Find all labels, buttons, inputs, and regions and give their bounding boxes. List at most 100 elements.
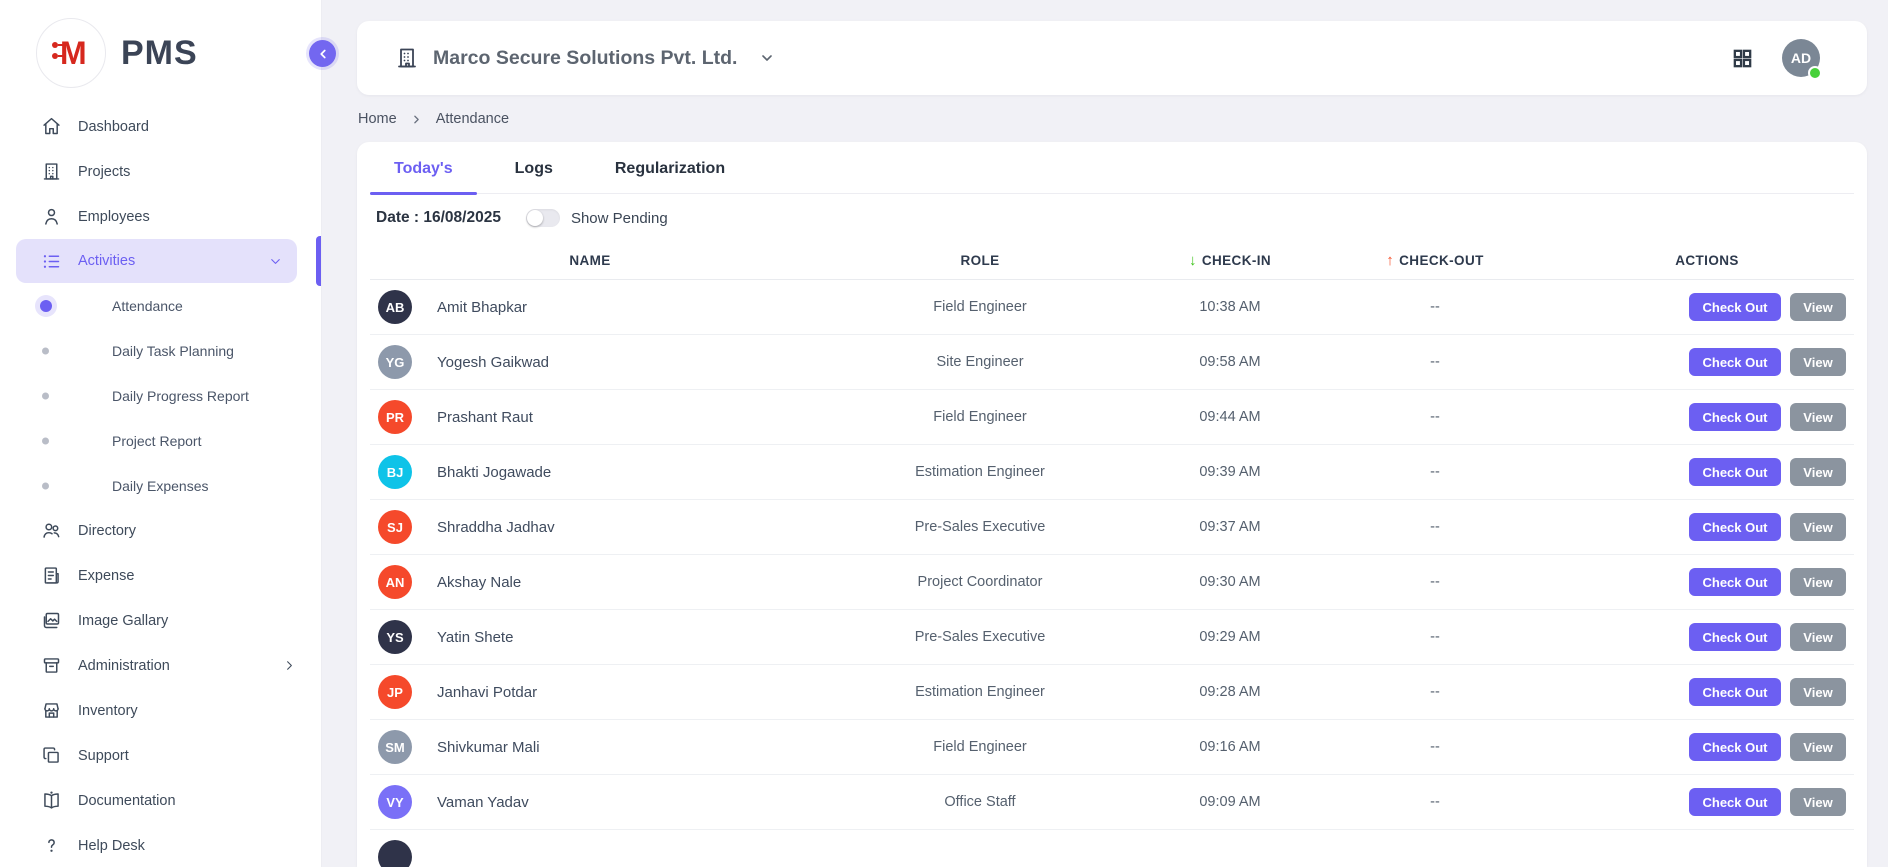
sidebar-item-label: Support xyxy=(78,748,129,764)
sidebar-subitem-label: Daily Expenses xyxy=(112,478,209,494)
logo-row: M PMS xyxy=(0,0,321,98)
view-button[interactable]: View xyxy=(1790,788,1846,816)
bullet-dot-icon xyxy=(40,300,52,312)
check-out-button[interactable]: Check Out xyxy=(1689,403,1781,431)
apps-grid-icon[interactable] xyxy=(1731,47,1754,70)
attendance-row: SJShraddha JadhavPre-Sales Executive09:3… xyxy=(370,500,1854,555)
sidebar-nav: Dashboard Projects Employees Activities Atte… xyxy=(0,104,321,867)
employee-check-in: 09:44 AM xyxy=(1150,409,1310,425)
sidebar-subitem-label: Daily Progress Report xyxy=(112,388,249,404)
sidebar-item-documentation[interactable]: Documentation xyxy=(0,778,321,823)
employee-check-in: 09:28 AM xyxy=(1150,684,1310,700)
sidebar-item-employees[interactable]: Employees xyxy=(0,194,321,239)
breadcrumb-attendance[interactable]: Attendance xyxy=(436,111,509,127)
sidebar-item-inventory[interactable]: Inventory xyxy=(0,688,321,733)
sidebar-item-support[interactable]: Support xyxy=(0,733,321,778)
pms-logo: M xyxy=(36,18,106,88)
employee-role: Project Coordinator xyxy=(810,574,1150,590)
company-selector[interactable]: Marco Secure Solutions Pvt. Ltd. xyxy=(395,46,775,70)
view-button[interactable]: View xyxy=(1790,513,1846,541)
view-button[interactable]: View xyxy=(1790,403,1846,431)
sidebar-collapse-button[interactable] xyxy=(309,40,336,67)
view-button[interactable]: View xyxy=(1790,568,1846,596)
employee-check-out: -- xyxy=(1310,409,1560,425)
attendance-card: Today'sLogsRegularization Date : 16/08/2… xyxy=(357,142,1867,867)
employee-name: Akshay Nale xyxy=(437,574,521,591)
show-pending-toggle[interactable] xyxy=(526,209,560,227)
view-button[interactable]: View xyxy=(1790,348,1846,376)
check-out-button[interactable]: Check Out xyxy=(1689,513,1781,541)
sidebar-item-label: Dashboard xyxy=(78,119,149,135)
check-out-button[interactable]: Check Out xyxy=(1689,458,1781,486)
column-header-role: ROLE xyxy=(810,253,1150,268)
employee-check-out: -- xyxy=(1310,519,1560,535)
tab-logs[interactable]: Logs xyxy=(491,160,577,193)
sidebar-item-expense[interactable]: Expense xyxy=(0,553,321,598)
employee-avatar: BJ xyxy=(378,455,412,489)
check-out-button[interactable]: Check Out xyxy=(1689,678,1781,706)
attendance-row: SMShivkumar MaliField Engineer09:16 AM--… xyxy=(370,720,1854,775)
user-avatar-initials: AD xyxy=(1791,50,1811,66)
table-header: NAMEROLE↓CHECK-IN↑CHECK-OUTACTIONS xyxy=(370,242,1854,280)
attendance-row: YGYogesh GaikwadSite Engineer09:58 AM--C… xyxy=(370,335,1854,390)
view-button[interactable]: View xyxy=(1790,678,1846,706)
employee-name: Prashant Raut xyxy=(437,409,533,426)
sidebar-subitem-daily-expenses[interactable]: Daily Expenses xyxy=(0,463,321,508)
column-header-check-out[interactable]: ↑CHECK-OUT xyxy=(1310,253,1560,268)
bullet-dot-icon xyxy=(42,437,49,444)
sidebar-item-help-desk[interactable]: Help Desk xyxy=(0,823,321,867)
employee-avatar: AB xyxy=(378,290,412,324)
view-button[interactable]: View xyxy=(1790,458,1846,486)
view-button[interactable]: View xyxy=(1790,733,1846,761)
tab-regularization[interactable]: Regularization xyxy=(591,160,749,193)
sidebar-subitem-attendance[interactable]: Attendance xyxy=(0,283,321,328)
check-out-button[interactable]: Check Out xyxy=(1689,788,1781,816)
receipt-icon xyxy=(40,565,62,587)
archive-icon xyxy=(40,655,62,677)
employee-check-out: -- xyxy=(1310,794,1560,810)
check-out-button[interactable]: Check Out xyxy=(1689,733,1781,761)
sidebar-item-directory[interactable]: Directory xyxy=(0,508,321,553)
employee-name: Amit Bhapkar xyxy=(437,299,527,316)
employee-check-in: 09:37 AM xyxy=(1150,519,1310,535)
bullet-dot-icon xyxy=(42,347,49,354)
column-header-check-in[interactable]: ↓CHECK-IN xyxy=(1150,253,1310,268)
check-out-button[interactable]: Check Out xyxy=(1689,348,1781,376)
person-icon xyxy=(40,206,62,228)
store-icon xyxy=(40,700,62,722)
bullet-dot-icon xyxy=(42,392,49,399)
breadcrumb-home[interactable]: Home xyxy=(358,111,397,127)
tab-today-s[interactable]: Today's xyxy=(370,160,477,193)
employee-name: Yogesh Gaikwad xyxy=(437,354,549,371)
bullet-dot-icon xyxy=(42,482,49,489)
sidebar-item-label: Expense xyxy=(78,568,134,584)
sidebar-item-dashboard[interactable]: Dashboard xyxy=(0,104,321,149)
sidebar-item-administration[interactable]: Administration xyxy=(0,643,321,688)
sidebar-item-label: Employees xyxy=(78,209,150,225)
employee-role: Field Engineer xyxy=(810,299,1150,315)
top-header: Marco Secure Solutions Pvt. Ltd. AD xyxy=(357,21,1867,95)
check-out-button[interactable]: Check Out xyxy=(1689,293,1781,321)
user-avatar[interactable]: AD xyxy=(1782,39,1820,77)
employee-name: Janhavi Potdar xyxy=(437,684,537,701)
sidebar-item-projects[interactable]: Projects xyxy=(0,149,321,194)
column-header-label: NAME xyxy=(569,253,610,268)
sidebar-subitem-daily-task-planning[interactable]: Daily Task Planning xyxy=(0,328,321,373)
people-icon xyxy=(40,520,62,542)
sidebar-subitem-daily-progress-report[interactable]: Daily Progress Report xyxy=(0,373,321,418)
check-out-button[interactable]: Check Out xyxy=(1689,623,1781,651)
sort-arrow-down-icon: ↓ xyxy=(1189,253,1197,268)
view-button[interactable]: View xyxy=(1790,293,1846,321)
column-header-name: NAME xyxy=(370,253,810,268)
sidebar-item-label: Directory xyxy=(78,523,136,539)
chevron-down-icon xyxy=(268,254,283,269)
chevron-down-icon xyxy=(759,50,775,66)
sidebar-subitem-label: Attendance xyxy=(112,298,183,314)
sidebar-item-activities[interactable]: Activities xyxy=(16,239,297,283)
check-out-button[interactable]: Check Out xyxy=(1689,568,1781,596)
view-button[interactable]: View xyxy=(1790,623,1846,651)
sidebar-item-image-gallary[interactable]: Image Gallary xyxy=(0,598,321,643)
attendance-row xyxy=(370,830,1854,867)
sidebar-subitem-project-report[interactable]: Project Report xyxy=(0,418,321,463)
employee-check-out: -- xyxy=(1310,354,1560,370)
